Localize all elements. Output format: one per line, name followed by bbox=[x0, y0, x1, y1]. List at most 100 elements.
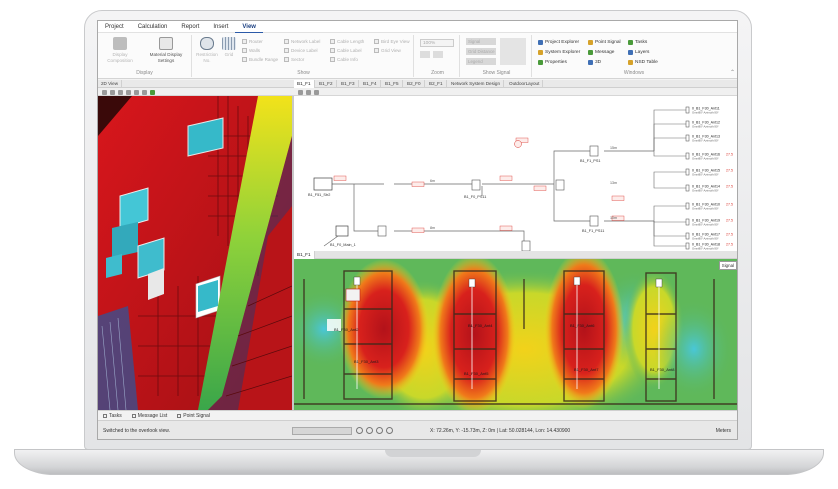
orbit-icon[interactable] bbox=[126, 89, 131, 95]
zoom-out-status-icon[interactable] bbox=[366, 427, 373, 434]
collapse-ribbon-icon[interactable]: ⌃ bbox=[730, 69, 735, 76]
show-option-checkbox[interactable]: Bird Eye View bbox=[374, 38, 410, 45]
bottom-tab-message-list[interactable]: Message List bbox=[127, 413, 172, 419]
show-option-checkbox[interactable]: Walls bbox=[242, 47, 260, 54]
splitter-node[interactable] bbox=[521, 240, 531, 251]
tab-outdoorlayout[interactable]: OutdoorLayout bbox=[506, 80, 544, 88]
show-option-checkbox[interactable]: Router bbox=[242, 38, 263, 45]
rotate-icon[interactable] bbox=[110, 89, 115, 95]
tab-network-system-design[interactable]: Network System Design bbox=[448, 80, 505, 88]
tab-b1_f5[interactable]: B1_F5 bbox=[382, 80, 403, 88]
menu-report[interactable]: Report bbox=[174, 21, 206, 33]
display-composition-button[interactable]: Display Composition bbox=[102, 37, 138, 63]
splitter-node[interactable] bbox=[377, 225, 387, 237]
source-node[interactable] bbox=[313, 177, 333, 191]
zoom-combo[interactable]: 100% bbox=[420, 39, 454, 47]
window-command-label: System Explorer bbox=[545, 49, 581, 55]
checkbox-box bbox=[330, 48, 335, 53]
main-node[interactable] bbox=[335, 225, 349, 237]
checkbox-box bbox=[330, 39, 335, 44]
select-tool-icon[interactable] bbox=[298, 89, 303, 95]
heatmap-antenna-label: B1_F30_Ant2 bbox=[334, 327, 359, 332]
show-option-checkbox[interactable]: Grid View bbox=[374, 47, 401, 54]
window-command-system-explorer[interactable]: System Explorer bbox=[538, 48, 580, 56]
antenna-icon[interactable] bbox=[685, 168, 690, 176]
window-command-properties[interactable]: Properties bbox=[538, 58, 567, 66]
window-command-nsd-table[interactable]: NSD Table bbox=[628, 58, 658, 66]
antenna-feeder bbox=[653, 109, 686, 151]
show-option-checkbox[interactable]: Network Label bbox=[284, 38, 320, 45]
menu-insert[interactable]: Insert bbox=[206, 21, 235, 33]
material-display-settings-button[interactable]: Material Display Settings bbox=[144, 37, 188, 63]
signal-toggle[interactable]: Signal bbox=[466, 38, 496, 45]
layer-toggle-icon[interactable] bbox=[150, 89, 155, 95]
zoom-window-status-icon[interactable] bbox=[386, 427, 393, 434]
menu-project[interactable]: Project bbox=[98, 21, 131, 33]
tab-b1_f1[interactable]: B1_F1 bbox=[294, 80, 315, 88]
antenna-icon[interactable] bbox=[685, 184, 690, 192]
move-tool-icon[interactable] bbox=[306, 89, 311, 95]
antenna-icon[interactable] bbox=[685, 242, 690, 250]
antenna-icon[interactable] bbox=[685, 134, 690, 142]
show-option-checkbox[interactable]: Bundle Range bbox=[242, 56, 278, 63]
fit-view-icon[interactable] bbox=[142, 89, 147, 95]
window-command-tasks[interactable]: Tasks bbox=[628, 38, 647, 46]
bottom-tab-point-signal[interactable]: Point Signal bbox=[172, 413, 215, 419]
snap-tool-icon[interactable] bbox=[314, 89, 319, 95]
3d-view-pane[interactable] bbox=[98, 96, 292, 410]
window-command-message[interactable]: Message bbox=[588, 48, 614, 56]
tab-b1_f2[interactable]: B1_F2 bbox=[316, 80, 337, 88]
show-option-label: Router bbox=[249, 39, 263, 44]
show-option-checkbox[interactable]: Cable Length bbox=[330, 38, 364, 45]
show-option-checkbox[interactable]: Cable Info bbox=[330, 56, 358, 63]
antenna-icon[interactable] bbox=[685, 218, 690, 226]
window-command-label: Tasks bbox=[635, 39, 648, 45]
splitter-node[interactable] bbox=[589, 145, 599, 157]
legend-toggle[interactable]: Legend bbox=[466, 58, 496, 65]
antenna-feeder bbox=[653, 221, 686, 247]
heatmap-legend-badge[interactable]: Signal bbox=[718, 261, 737, 270]
menu-view[interactable]: View bbox=[235, 21, 263, 33]
tab-b1_f3[interactable]: B1_F3 bbox=[338, 80, 359, 88]
splitter-node[interactable] bbox=[589, 215, 599, 227]
zoom-in-status-icon[interactable] bbox=[356, 427, 363, 434]
splitter-node[interactable] bbox=[471, 179, 481, 191]
signal-heatmap-pane[interactable]: B1_F30_Ant2 B1_F30_Ant3 B1_F30_Ant4 B1_F30_… bbox=[294, 259, 737, 410]
home-view-icon[interactable] bbox=[134, 89, 139, 95]
antenna-icon[interactable] bbox=[685, 120, 690, 128]
view-3d-icon[interactable] bbox=[102, 89, 107, 95]
tab-b2_f1[interactable]: B2_F1 bbox=[426, 80, 447, 88]
tab-b2_f0[interactable]: B2_F0 bbox=[404, 80, 425, 88]
zoom-in-icon[interactable] bbox=[420, 51, 430, 58]
show-option-checkbox[interactable]: Sector bbox=[284, 56, 304, 63]
zoom-fit-status-icon[interactable] bbox=[376, 427, 383, 434]
tab-2d-view[interactable]: 2D View bbox=[98, 80, 123, 88]
bottom-tab-tasks[interactable]: Tasks bbox=[98, 413, 127, 419]
splitter-node[interactable] bbox=[555, 179, 565, 191]
signal-heatmap bbox=[294, 259, 737, 410]
restriction-button[interactable]: Restriction No. bbox=[194, 37, 220, 63]
show-option-checkbox[interactable]: Device Label bbox=[284, 47, 318, 54]
window-command-point-signal[interactable]: Point Signal bbox=[588, 38, 621, 46]
pan-icon[interactable] bbox=[118, 89, 123, 95]
show-option-label: Network Label bbox=[291, 39, 321, 44]
window-command-layers[interactable]: Layers bbox=[628, 48, 649, 56]
antenna-icon[interactable] bbox=[685, 202, 690, 210]
window-command-project-explorer[interactable]: Project Explorer bbox=[538, 38, 579, 46]
network-diagram-pane[interactable]: B1_F51_Str2 B1_F0_Main_1 B1_F0_PS11 B1_F1_P… bbox=[294, 96, 737, 251]
show-option-checkbox[interactable]: Cable Label bbox=[330, 47, 362, 54]
antenna-feeder bbox=[653, 123, 686, 151]
antenna-icon[interactable] bbox=[685, 232, 690, 240]
cable-loss-tag bbox=[411, 181, 425, 187]
view-mode-switcher[interactable] bbox=[292, 427, 352, 435]
zoom-out-icon[interactable] bbox=[433, 51, 443, 58]
antenna-icon[interactable] bbox=[685, 152, 690, 160]
grid-distance-toggle[interactable]: Grid Distance bbox=[466, 48, 496, 55]
window-command-3d[interactable]: 3D bbox=[588, 58, 601, 66]
menu-calculation[interactable]: Calculation bbox=[131, 21, 175, 33]
grid-button[interactable]: Grid bbox=[218, 37, 240, 58]
antenna-icon[interactable] bbox=[685, 106, 690, 114]
tab-b1_f4[interactable]: B1_F4 bbox=[360, 80, 381, 88]
window-command-label: Properties bbox=[545, 59, 567, 65]
tab-heatmap-floor[interactable]: B1_F1 bbox=[294, 251, 315, 259]
